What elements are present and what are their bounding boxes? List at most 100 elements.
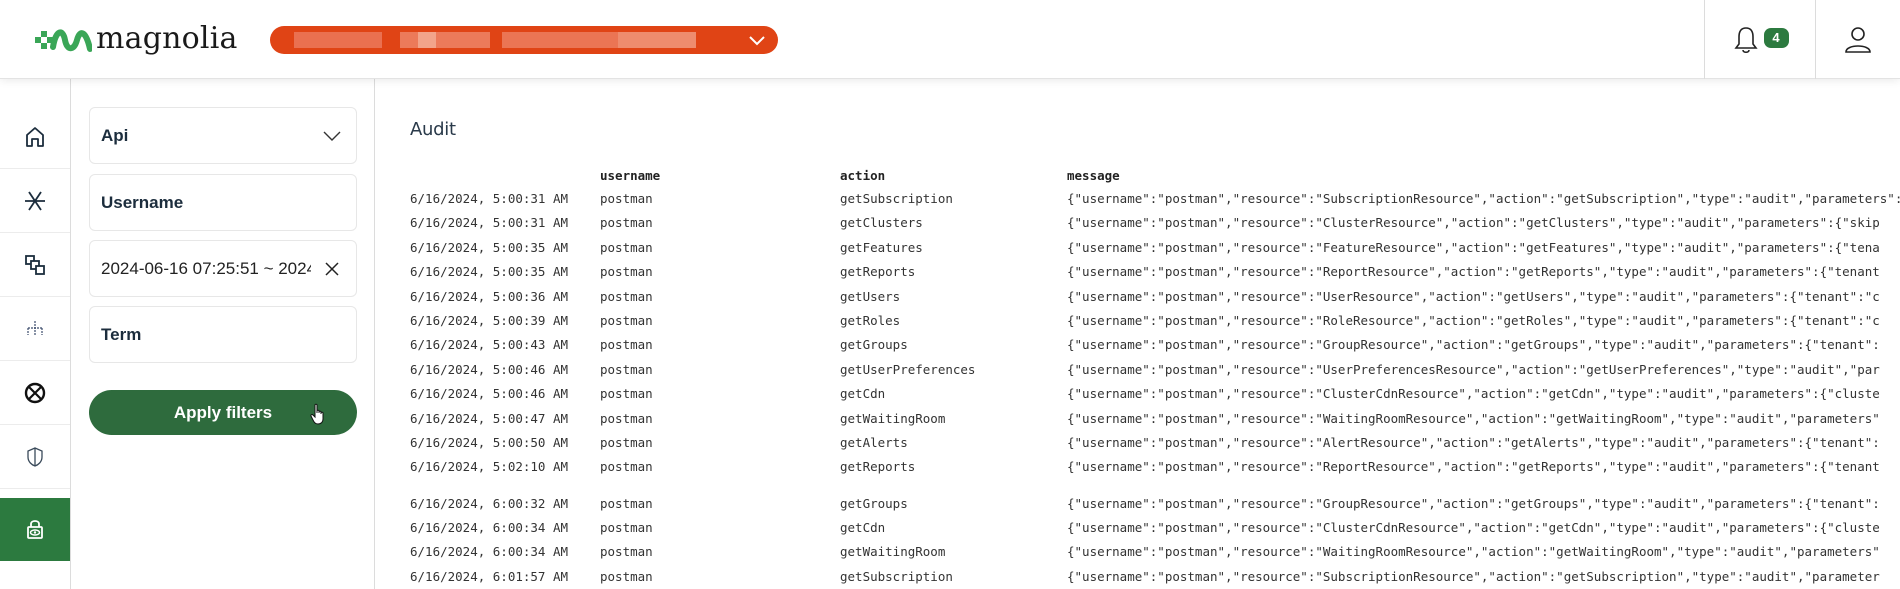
stacked-squares-icon: [25, 255, 45, 275]
notifications-button[interactable]: 4: [1705, 0, 1815, 79]
message-cell: {"username":"postman","resource":"UserPr…: [1067, 361, 1880, 377]
action-cell: getRoles: [840, 312, 901, 328]
sidebar-item-home[interactable]: [0, 106, 70, 169]
sidebar-item-network[interactable]: [0, 362, 70, 425]
time-cell: 6/16/2024, 5:02:10 AM: [410, 459, 569, 475]
chevron-down-icon: [323, 131, 341, 141]
sidebar-item-security[interactable]: [0, 426, 70, 489]
action-cell: getReports: [840, 459, 916, 475]
globe-cross-icon: [24, 382, 46, 404]
message-cell: {"username":"postman","resource":"Waitin…: [1067, 544, 1880, 560]
time-cell: 6/16/2024, 5:00:35 AM: [410, 264, 569, 280]
home-icon: [26, 127, 44, 147]
username-cell: postman: [600, 361, 653, 377]
time-cell: 6/16/2024, 5:00:46 AM: [410, 386, 569, 402]
time-cell: 6/16/2024, 5:00:43 AM: [410, 337, 569, 353]
column-header-action[interactable]: action: [840, 165, 885, 187]
message-cell: {"username":"postman","resource":"AlertR…: [1067, 434, 1880, 450]
asterisk-icon: [25, 191, 45, 211]
message-cell: {"username":"postman","resource":"GroupR…: [1067, 495, 1880, 511]
action-cell: getUsers: [840, 288, 901, 304]
username-placeholder: Username: [101, 192, 184, 212]
username-cell: postman: [600, 264, 653, 280]
username-cell: postman: [600, 386, 653, 402]
sidebar-item-audit[interactable]: [0, 498, 70, 561]
time-cell: 6/16/2024, 5:00:46 AM: [410, 361, 569, 377]
page-title: Audit: [410, 119, 456, 140]
time-cell: 6/16/2024, 5:00:50 AM: [410, 434, 569, 450]
date-range-value: 2024-06-16 07:25:51 ~ 2024-06-16: [101, 258, 311, 278]
action-cell: getFeatures: [840, 239, 923, 255]
bell-icon: [1733, 26, 1758, 53]
message-cell: {"username":"postman","resource":"Featur…: [1067, 239, 1880, 255]
username-input[interactable]: Username: [89, 174, 357, 231]
message-cell: {"username":"postman","resource":"UserRe…: [1067, 288, 1880, 304]
action-cell: getCdn: [840, 520, 886, 536]
action-cell: getWaitingRoom: [840, 544, 946, 560]
action-cell: getClusters: [840, 215, 923, 231]
username-cell: postman: [600, 215, 653, 231]
action-cell: getUserPreferences: [840, 361, 976, 377]
column-header-username[interactable]: username: [600, 165, 660, 187]
user-menu-button[interactable]: [1816, 0, 1900, 79]
redacted-tenant-name: [294, 32, 382, 48]
username-cell: postman: [600, 459, 653, 475]
shield-icon: [27, 447, 43, 467]
message-cell: {"username":"postman","resource":"Waitin…: [1067, 410, 1880, 426]
action-cell: getReports: [840, 264, 916, 280]
action-cell: getSubscription: [840, 568, 953, 584]
username-cell: postman: [600, 410, 653, 426]
message-cell: {"username":"postman","resource":"Cluste…: [1067, 386, 1880, 402]
time-cell: 6/16/2024, 5:00:47 AM: [410, 410, 569, 426]
time-cell: 6/16/2024, 5:00:39 AM: [410, 312, 569, 328]
time-cell: 6/16/2024, 5:00:31 AM: [410, 215, 569, 231]
message-cell: {"username":"postman","resource":"Report…: [1067, 459, 1880, 475]
magnolia-logo-icon: [35, 29, 92, 52]
clear-icon[interactable]: [324, 261, 340, 277]
message-cell: {"username":"postman","resource":"Subscr…: [1067, 568, 1880, 584]
logo-text: magnolia: [96, 20, 238, 56]
tenant-select[interactable]: [270, 26, 778, 54]
username-cell: postman: [600, 544, 653, 560]
message-cell: {"username":"postman","resource":"Subscr…: [1067, 191, 1900, 206]
filters-panel: Api Username 2024-06-16 07:25:51 ~ 2024-…: [71, 79, 375, 589]
sidebar-item-layers[interactable]: [0, 234, 70, 297]
notification-count-badge: 4: [1763, 27, 1789, 48]
apply-filters-button[interactable]: Apply filters: [89, 390, 357, 435]
username-cell: postman: [600, 312, 653, 328]
username-cell: postman: [600, 434, 653, 450]
message-cell: {"username":"postman","resource":"Cluste…: [1067, 520, 1880, 536]
column-header-message[interactable]: message: [1067, 165, 1120, 187]
time-cell: 6/16/2024, 6:01:57 AM: [410, 568, 569, 584]
term-placeholder: Term: [101, 324, 142, 344]
type-select[interactable]: Api: [89, 107, 357, 164]
time-cell: 6/16/2024, 6:00:34 AM: [410, 544, 569, 560]
time-cell: 6/16/2024, 5:00:35 AM: [410, 239, 569, 255]
redacted-tenant-name: [418, 32, 436, 48]
username-cell: postman: [600, 337, 653, 353]
sidebar-item-hierarchy[interactable]: [0, 298, 70, 361]
redacted-tenant-name: [618, 32, 696, 48]
action-cell: getGroups: [840, 337, 908, 353]
time-cell: 6/16/2024, 5:00:36 AM: [410, 288, 569, 304]
action-cell: getWaitingRoom: [840, 410, 946, 426]
message-cell: {"username":"postman","resource":"RoleRe…: [1067, 312, 1880, 328]
magnolia-logo[interactable]: magnolia: [34, 20, 238, 60]
action-cell: getAlerts: [840, 434, 908, 450]
date-range-input[interactable]: 2024-06-16 07:25:51 ~ 2024-06-16: [89, 240, 357, 297]
sidebar-item-asterisk[interactable]: [0, 170, 70, 233]
main-content: Audit username action message 6/16/2024,…: [375, 79, 1900, 589]
time-cell: 6/16/2024, 6:00:34 AM: [410, 520, 569, 536]
top-header: magnolia 4: [0, 0, 1900, 79]
term-input[interactable]: Term: [89, 306, 357, 363]
username-cell: postman: [600, 495, 653, 511]
username-cell: postman: [600, 191, 653, 206]
username-cell: postman: [600, 520, 653, 536]
type-select-value: Api: [101, 125, 129, 145]
lock-eye-icon: [27, 520, 43, 539]
message-cell: {"username":"postman","resource":"Cluste…: [1067, 215, 1880, 231]
username-cell: postman: [600, 239, 653, 255]
username-cell: postman: [600, 288, 653, 304]
message-cell: {"username":"postman","resource":"GroupR…: [1067, 337, 1880, 353]
action-cell: getSubscription: [840, 191, 953, 206]
